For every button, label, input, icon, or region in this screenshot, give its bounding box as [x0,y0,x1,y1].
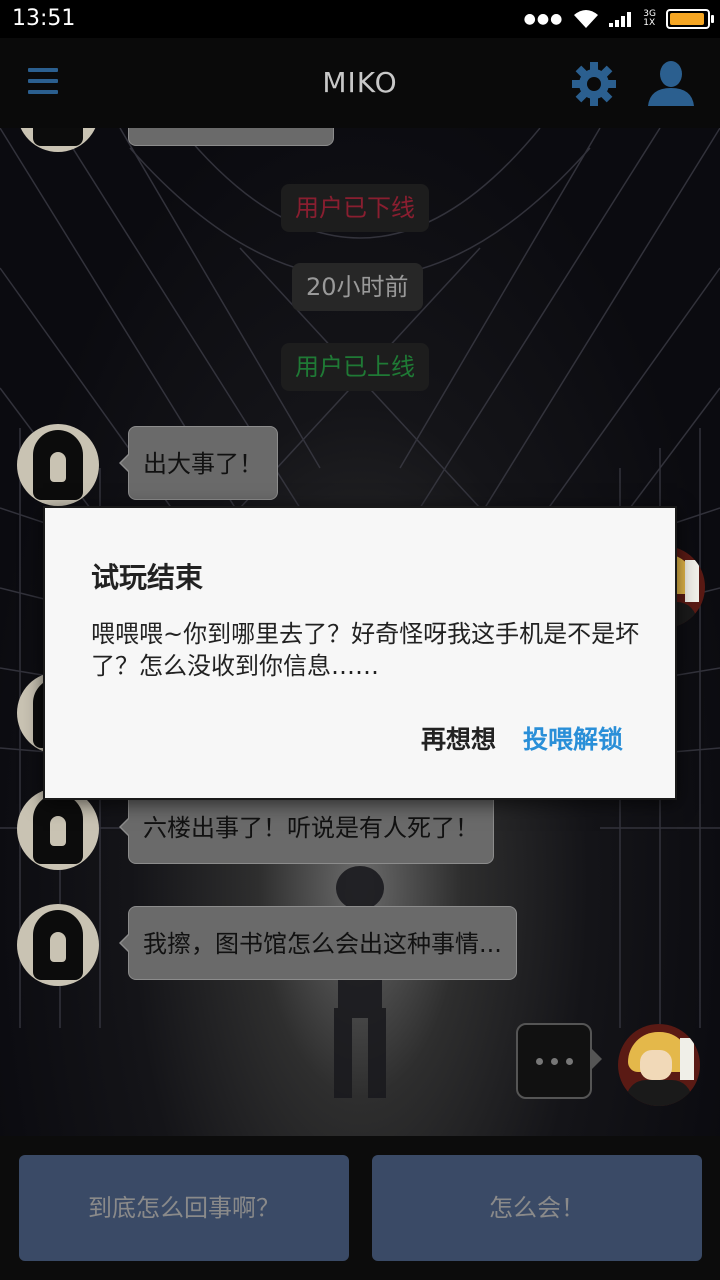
status-bar: 13:51 ●●● 3G 1X [0,0,720,38]
signal-icon [609,12,632,27]
system-status-online: 用户已上线 [281,343,429,391]
typing-indicator [516,1023,602,1099]
avatar-miko [17,788,99,870]
user-icon[interactable] [646,60,696,108]
message-bubble-clipped [128,128,334,146]
dialog-message: 喂喂喂~你到哪里去了？好奇怪呀我这手机是不是坏了？怎么没收到你信息…… [91,620,640,680]
network-type: 3G 1X [643,10,656,28]
dialog-title: 试玩结束 [91,561,204,594]
system-status-offline: 用户已下线 [281,184,429,232]
status-time: 13:51 [12,6,76,31]
battery-level [670,13,704,25]
trial-ended-dialog: 试玩结束 喂喂喂~你到哪里去了？好奇怪呀我这手机是不是坏了？怎么没收到你信息……… [43,506,677,800]
reply-option-button[interactable]: 到底怎么回事啊？ [19,1155,349,1261]
cancel-button[interactable]: 再想想 [421,720,496,756]
message-bubble: 我擦，图书馆怎么会出这种事情... [119,906,517,980]
unlock-button[interactable]: 投喂解锁 [523,720,623,756]
more-dots-icon: ●●● [523,11,564,27]
system-timestamp: 20小时前 [292,263,423,311]
reply-options: 到底怎么回事啊？ 怎么会！ [0,1136,720,1280]
message-bubble: 出大事了！ [119,426,278,500]
reply-option-button[interactable]: 怎么会！ [372,1155,702,1261]
app-bar: MIKO [0,38,720,129]
battery-icon [666,9,714,29]
message-bubble: 六楼出事了！听说是有人死了！ [119,790,494,864]
status-icons: ●●● 3G 1X [523,8,714,30]
avatar-miko [17,904,99,986]
avatar-player [618,1024,700,1106]
network-type-bottom: 1X [643,18,656,28]
gear-icon[interactable] [570,60,618,108]
wifi-icon [574,10,599,28]
avatar-miko [17,424,99,506]
